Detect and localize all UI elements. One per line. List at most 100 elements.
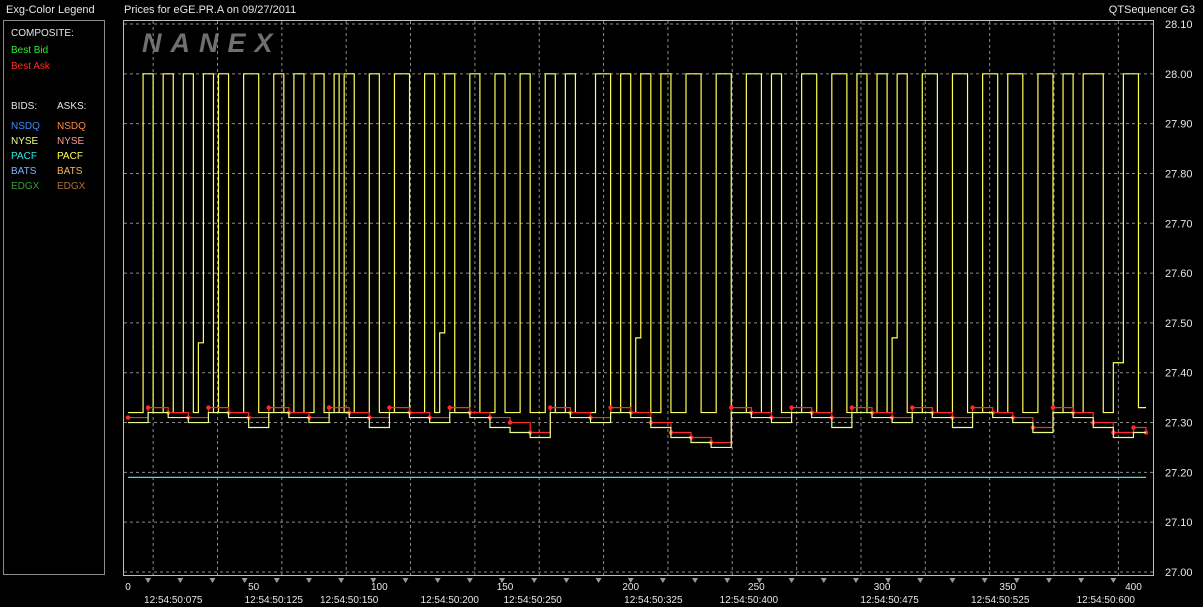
x-marker (466, 578, 473, 583)
y-tick-label: 27.60 (1165, 268, 1193, 280)
composite-heading: COMPOSITE: (11, 28, 74, 39)
x-marker (724, 578, 731, 583)
app-name: QTSequencer G3 (1108, 4, 1195, 16)
x-marker (563, 578, 570, 583)
best-ask-point (970, 405, 975, 410)
x-marker (756, 578, 763, 583)
x-marker (820, 578, 827, 583)
price-chart-canvas: NANEX (124, 21, 1153, 575)
time-label: 12:54:50:600 (1077, 595, 1136, 606)
legend-ask-nsdq: NSDQ (57, 121, 86, 132)
x-marker (434, 578, 441, 583)
x-marker (595, 578, 602, 583)
x-marker (885, 578, 892, 583)
x-tick-label: 100 (371, 582, 388, 593)
y-tick-label: 27.30 (1165, 418, 1193, 430)
best-ask-point (789, 405, 794, 410)
x-marker (1078, 578, 1085, 583)
best-ask-point (507, 420, 513, 425)
x-marker (852, 578, 859, 583)
best-ask-point (548, 405, 553, 410)
y-tick-label: 27.40 (1165, 368, 1193, 380)
y-tick-label: 28.10 (1165, 19, 1193, 31)
x-marker (531, 578, 538, 583)
best-ask-point (125, 415, 131, 420)
time-label: 12:54:50:075 (144, 595, 203, 606)
time-label: 12:54:50:325 (624, 595, 683, 606)
legend-title: Exg-Color Legend (6, 4, 95, 16)
x-marker (209, 578, 216, 583)
best-ask-point (387, 405, 392, 410)
legend-bid-pacf: PACF (11, 151, 37, 162)
best-ask-point (1050, 405, 1056, 410)
time-label: 12:54:50:150 (320, 595, 379, 606)
x-tick-label: 400 (1125, 582, 1142, 593)
y-tick-label: 27.20 (1165, 467, 1193, 479)
exchange-color-legend: COMPOSITE: Best Bid Best Ask BIDS: ASKS:… (3, 20, 105, 575)
time-label: 12:54:50:475 (860, 595, 919, 606)
best-ask-point (326, 405, 332, 410)
x-tick-label: 350 (999, 582, 1016, 593)
best-ask-point (206, 405, 211, 410)
x-marker (788, 578, 795, 583)
y-tick-label: 27.90 (1165, 119, 1193, 131)
y-tick-label: 27.50 (1165, 318, 1193, 330)
x-tick-label: 50 (248, 582, 260, 593)
x-marker (402, 578, 409, 583)
x-marker (338, 578, 345, 583)
x-marker (273, 578, 280, 583)
x-marker (949, 578, 956, 583)
legend-bid-edgx: EDGX (11, 181, 40, 192)
best-ask-point (1131, 425, 1136, 430)
x-marker (981, 578, 988, 583)
x-marker (692, 578, 699, 583)
x-tick-label: 250 (748, 582, 765, 593)
x-tick-label: 0 (125, 582, 131, 593)
x-marker (499, 578, 506, 583)
y-tick-label: 28.00 (1165, 69, 1193, 81)
time-label: 12:54:50:525 (971, 595, 1030, 606)
price-chart: NANEX (123, 20, 1154, 576)
series-pacf-line (128, 73, 1146, 414)
x-marker (1110, 578, 1117, 583)
best-ask-point (849, 405, 855, 410)
x-marker (1013, 578, 1020, 583)
y-tick-label: 27.80 (1165, 168, 1193, 180)
x-marker (177, 578, 184, 583)
legend-bid-nyse: NYSE (11, 136, 39, 147)
x-marker (145, 578, 152, 583)
y-tick-label: 27.10 (1165, 517, 1193, 529)
x-marker (917, 578, 924, 583)
nanex-watermark: NANEX (142, 28, 282, 58)
y-tick-label: 27.00 (1165, 567, 1193, 579)
legend-bid-nsdq: NSDQ (11, 121, 40, 132)
time-label: 12:54:50:400 (720, 595, 779, 606)
best-ask-point (447, 405, 452, 410)
best-ask-point (266, 405, 271, 410)
x-marker (659, 578, 666, 583)
legend-ask-pacf: PACF (57, 151, 83, 162)
y-tick-label: 27.70 (1165, 218, 1193, 230)
legend-bid-bats: BATS (11, 166, 37, 177)
time-label: 12:54:50:250 (503, 595, 562, 606)
bids-heading: BIDS: (11, 101, 38, 112)
x-marker (370, 578, 377, 583)
series-nyse-line (128, 411, 1146, 449)
legend-ask-edgx: EDGX (57, 181, 86, 192)
time-label: 12:54:50:125 (245, 595, 304, 606)
x-tick-label: 300 (874, 582, 891, 593)
x-marker (305, 578, 312, 583)
chart-title: Prices for eGE.PR.A on 09/27/2011 (124, 4, 297, 16)
x-marker (627, 578, 634, 583)
legend-ask-nyse: NYSE (57, 136, 85, 147)
asks-heading: ASKS: (57, 101, 87, 112)
time-label: 12:54:50:200 (421, 595, 480, 606)
x-marker (241, 578, 248, 583)
best-ask-point (910, 405, 915, 410)
best-ask-point (729, 405, 734, 410)
best-ask-point (608, 405, 613, 410)
legend-best-ask: Best Ask (11, 61, 50, 72)
legend-best-bid: Best Bid (11, 45, 49, 56)
x-tick-label: 200 (622, 582, 639, 593)
best-ask-point (145, 405, 151, 410)
